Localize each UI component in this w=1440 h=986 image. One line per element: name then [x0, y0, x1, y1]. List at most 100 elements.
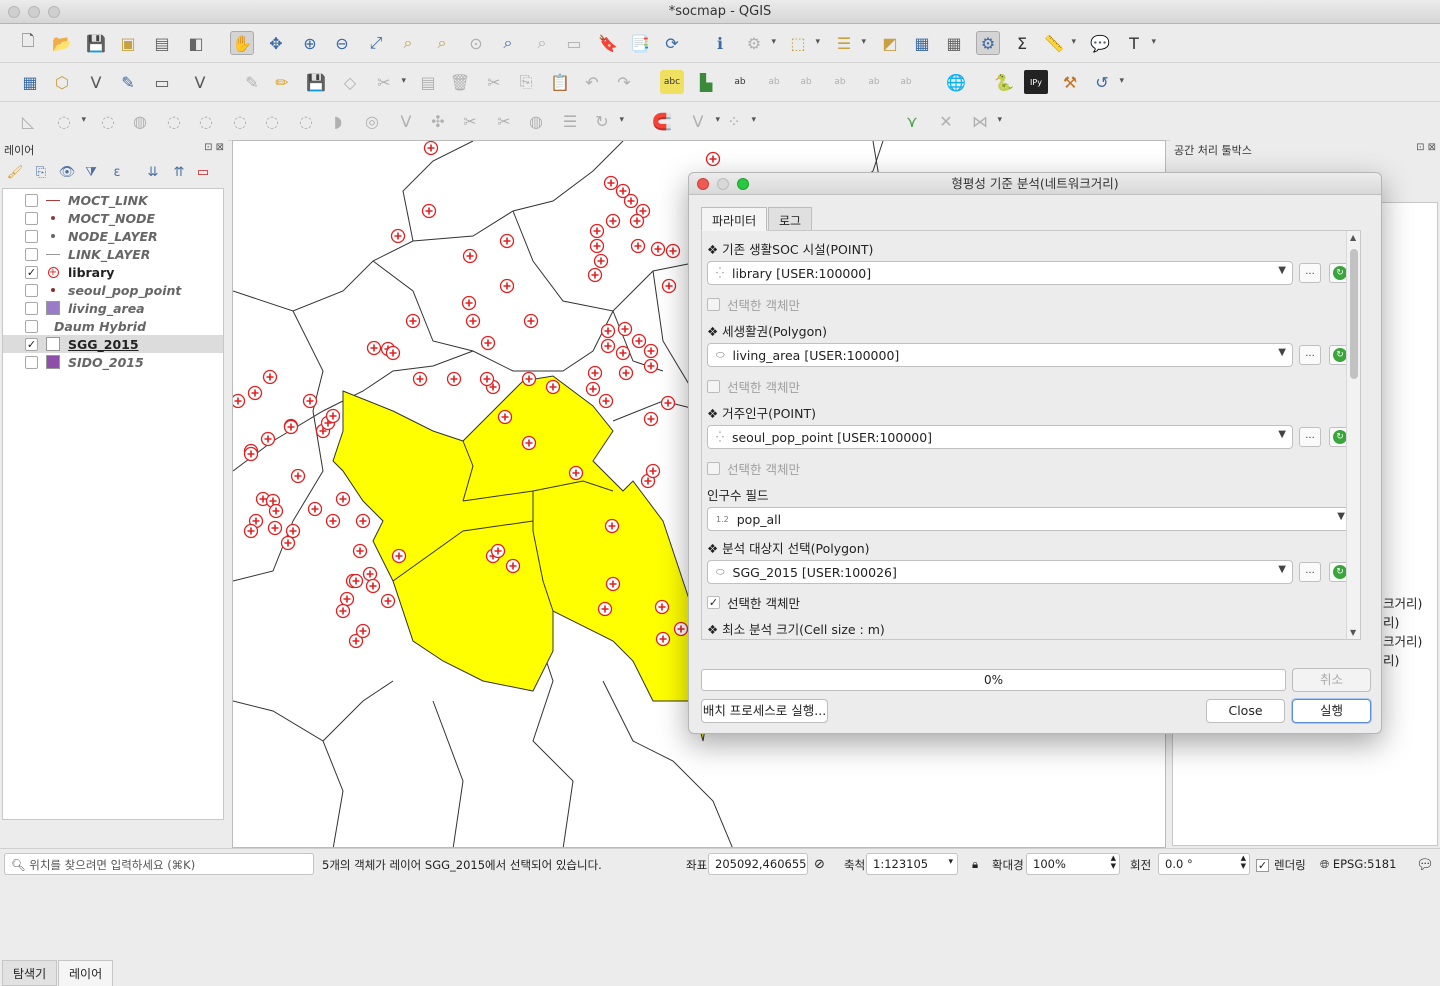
pin-labels-icon[interactable]: ab	[762, 70, 786, 94]
add-virtual-layer-icon[interactable]: ▭	[150, 70, 174, 94]
vertex-edit-icon[interactable]: ◍	[524, 109, 548, 133]
snapping-icon[interactable]: ✣	[426, 109, 450, 133]
refresh-icon[interactable]: ⟳	[660, 31, 684, 55]
dialog-minimize-icon[interactable]	[717, 178, 729, 190]
highlight-labels-icon[interactable]: ab	[728, 70, 752, 94]
pan-map-icon[interactable]: ✋	[230, 31, 254, 55]
new-geopackage-icon[interactable]: ⬡	[50, 70, 74, 94]
delete-ring-icon[interactable]: ◌	[162, 109, 186, 133]
rotate-label-icon[interactable]: ab	[862, 70, 886, 94]
layer-row[interactable]: MOCT_LINK	[3, 191, 223, 209]
snap-options-icon[interactable]: ⋈	[968, 109, 1002, 133]
layer-style-icon[interactable]: 🖌	[6, 165, 24, 183]
layer-row[interactable]: MOCT_NODE	[3, 209, 223, 227]
layer-visibility-checkbox[interactable]	[25, 283, 38, 297]
reload-plugin-icon[interactable]: ↺	[1090, 70, 1124, 94]
tab-parameters[interactable]: 파라미터	[701, 207, 768, 231]
select-by-value-icon[interactable]: ☰	[832, 31, 866, 55]
dialog-close-icon[interactable]	[697, 178, 709, 190]
close-window-button[interactable]	[8, 6, 20, 18]
measure-icon[interactable]: 📏	[1042, 31, 1076, 55]
soc-facility-select[interactable]: ⁛ library [USER:100000] ▼	[707, 261, 1293, 285]
snap-type-icon[interactable]: ⁘	[722, 109, 756, 133]
expand-all-icon[interactable]: ⇊	[144, 165, 162, 183]
save-edits-icon[interactable]: 💾	[304, 70, 328, 94]
zoom-next-icon[interactable]: ⌕	[530, 31, 554, 55]
add-feature-icon[interactable]: ◇	[338, 70, 362, 94]
zoom-to-selection-icon[interactable]: ⌕	[396, 31, 420, 55]
dialog-zoom-icon[interactable]	[737, 178, 749, 190]
show-bookmarks-icon[interactable]: 📑	[628, 31, 652, 55]
plugin-globe-icon[interactable]: 🌐	[944, 70, 968, 94]
zoom-full-icon[interactable]: ⤢	[364, 31, 388, 55]
open-project-icon[interactable]: 📂	[50, 31, 74, 55]
undo-icon[interactable]: ↶	[580, 70, 604, 94]
living-more-button[interactable]: ...	[1299, 345, 1321, 365]
lock-scale-icon[interactable]: 🔒︎	[972, 857, 978, 872]
layer-visibility-checkbox[interactable]: ✓	[25, 337, 38, 351]
zoom-in-icon[interactable]: ⊕	[298, 31, 322, 55]
render-checkbox[interactable]: ✓ 렌더링	[1256, 857, 1306, 873]
toolbox-item[interactable]: 크거리)	[1383, 593, 1422, 612]
processing-toolbox-icon[interactable]: ⚙	[976, 31, 1000, 55]
soc-more-button[interactable]: ...	[1299, 263, 1321, 283]
parameters-scrollbar[interactable]: ▲ ▼	[1346, 231, 1360, 639]
scale-select[interactable]: 1:123105 ▾	[866, 853, 958, 875]
text-annotation-icon[interactable]: T	[1122, 31, 1156, 55]
change-label-icon[interactable]: ab	[894, 70, 918, 94]
simplify-icon[interactable]: ◌	[294, 109, 318, 133]
snap-vertex-icon[interactable]: V	[686, 109, 720, 133]
layer-row[interactable]: LINK_LAYER	[3, 245, 223, 263]
layer-visibility-checkbox[interactable]	[25, 301, 38, 315]
show-labels-icon[interactable]: ab	[794, 70, 818, 94]
crs-button[interactable]: 🌐︎ EPSG:5181	[1320, 857, 1396, 872]
tab-browser[interactable]: 탐색기	[2, 960, 58, 986]
actions-icon[interactable]: ⚙	[742, 31, 776, 55]
deselect-all-icon[interactable]: ◩	[878, 31, 902, 55]
move-label-icon[interactable]: ab	[828, 70, 852, 94]
identify-icon[interactable]: ℹ	[708, 31, 732, 55]
layer-row[interactable]: ✓ SGG_2015	[3, 335, 223, 353]
label-tool-icon[interactable]: abc	[660, 70, 684, 94]
cut-features-icon[interactable]: ✂	[482, 70, 506, 94]
advanced-digitize-icon[interactable]: ✂	[458, 109, 482, 133]
toolbox-item[interactable]: 리)	[1383, 650, 1399, 669]
add-part-icon[interactable]: ◌	[96, 109, 120, 133]
snap-intersection-icon[interactable]: ⋎	[900, 109, 924, 133]
tab-log[interactable]: 로그	[768, 207, 813, 231]
pop-selected-only-checkbox[interactable]: 선택한 객체만	[707, 459, 800, 478]
living-area-select[interactable]: ⬭ living_area [USER:100000] ▼	[707, 343, 1293, 367]
new-bookmark-icon[interactable]: 🔖	[596, 31, 620, 55]
layer-row[interactable]: Daum Hybrid	[3, 317, 223, 335]
python-console-icon[interactable]: 🐍	[992, 70, 1016, 94]
population-select[interactable]: ⁛ seoul_pop_point [USER:100000] ▼	[707, 425, 1293, 449]
tab-layers[interactable]: 레이어	[58, 960, 114, 986]
diagram-tool-icon[interactable]: ▙	[694, 70, 718, 94]
add-vector-layer-icon[interactable]: V	[84, 70, 108, 94]
messages-icon[interactable]: 💬︎	[1416, 857, 1434, 873]
data-source-manager-icon[interactable]: ▦	[18, 70, 42, 94]
layer-row[interactable]: living_area	[3, 299, 223, 317]
panel-dock-buttons[interactable]: ⊡ ⊠	[204, 142, 224, 153]
split-features-icon[interactable]: ◗	[326, 109, 350, 133]
zoom-window-button[interactable]	[48, 6, 60, 18]
layer-row[interactable]: SIDO_2015	[3, 353, 223, 371]
toolbox-dock-buttons[interactable]: ⊡ ⊠	[1416, 142, 1436, 153]
pan-to-selection-icon[interactable]: ✥	[264, 31, 288, 55]
add-group-icon[interactable]: ⎘	[32, 165, 50, 183]
magnifier-field[interactable]: 100% ▲ ▼	[1026, 853, 1120, 875]
target-selected-only-checkbox[interactable]: ✓ 선택한 객체만	[707, 593, 800, 612]
digitize-icon[interactable]: ◺	[16, 109, 40, 133]
new-print-layout-icon[interactable]: ▣	[116, 31, 140, 55]
select-features-icon[interactable]: ⬚	[786, 31, 820, 55]
layout-manager-icon[interactable]: ▤	[150, 31, 174, 55]
edit-pencil-icon[interactable]: ✎	[240, 70, 264, 94]
add-ring-icon[interactable]: ◌	[52, 109, 86, 133]
layer-visibility-checkbox[interactable]	[25, 211, 38, 225]
toggle-editing-icon[interactable]: ✏	[270, 70, 294, 94]
layer-visibility-checkbox[interactable]	[25, 319, 38, 333]
filter-legend-icon[interactable]: ⧩	[82, 165, 100, 183]
offset-curve-icon[interactable]: ◌	[260, 109, 284, 133]
soc-selected-only-checkbox[interactable]: 선택한 객체만	[707, 295, 800, 314]
layer-row[interactable]: ✓ + library	[3, 263, 223, 281]
